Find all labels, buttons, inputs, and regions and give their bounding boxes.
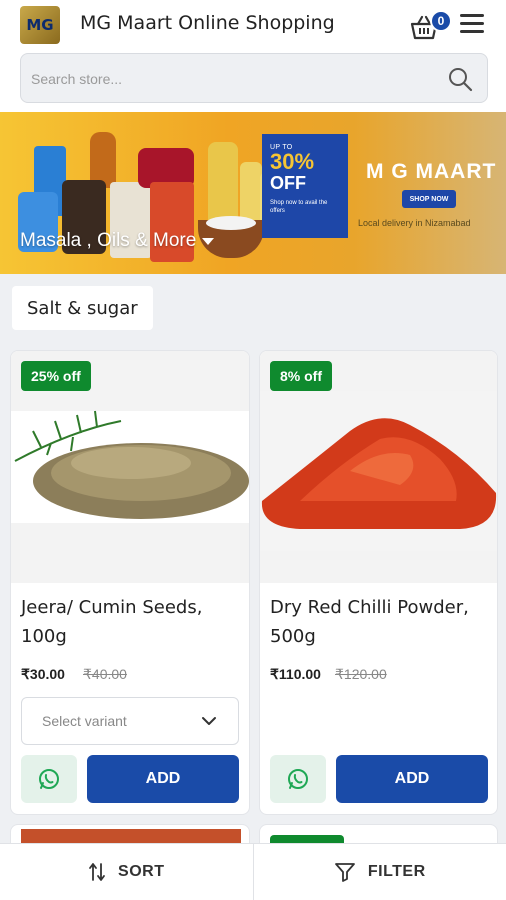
app-header: MG MG Maart Online Shopping 0 (0, 0, 506, 112)
hamburger-menu-icon[interactable] (460, 14, 486, 36)
product-card[interactable]: 25% off Jeera/ Cumin Seeds, 100g ₹30.00 … (10, 350, 250, 815)
filter-label: FILTER (367, 863, 426, 880)
whatsapp-button[interactable] (270, 755, 326, 803)
product-mrp: ₹40.00 (83, 666, 127, 682)
discount-badge: 8% off (270, 361, 332, 391)
product-image: 8% off (260, 351, 497, 583)
variant-select[interactable]: Select variant (21, 697, 239, 745)
offer-badge: UP TO 30% OFF Shop now to avail the offe… (262, 134, 348, 238)
chevron-down-icon (202, 237, 215, 245)
product-mrp: ₹120.00 (335, 666, 387, 682)
sort-button[interactable]: SORT (0, 844, 253, 900)
delivery-note: Local delivery in Nizamabad (358, 218, 471, 228)
chevron-down-icon (202, 717, 216, 725)
banner-brand: M G MAART (366, 160, 497, 183)
filter-button[interactable]: FILTER (254, 844, 506, 900)
discount-badge: 25% off (21, 361, 91, 391)
search-bar (20, 53, 488, 103)
cart-button[interactable]: 0 (410, 10, 452, 40)
app-root: MG MG Maart Online Shopping 0 Search sto… (0, 0, 506, 900)
product-card[interactable]: 8% off Dry Red Chilli Powder, 500g ₹110.… (259, 350, 498, 815)
store-logo[interactable]: MG (20, 6, 60, 44)
banner-label: Masala , Oils & More (20, 230, 197, 251)
search-icon[interactable] (447, 66, 473, 92)
add-to-cart-button[interactable]: ADD (87, 755, 239, 803)
product-image: 25% off (11, 351, 249, 583)
whatsapp-icon (288, 769, 308, 789)
whatsapp-button[interactable] (21, 755, 77, 803)
shop-now-button[interactable]: SHOP NOW (402, 190, 456, 208)
banner-category-dropdown[interactable]: Masala , Oils & More (20, 230, 215, 252)
product-price: ₹30.00 (21, 666, 65, 682)
add-to-cart-button[interactable]: ADD (336, 755, 488, 803)
product-price: ₹110.00 (270, 666, 321, 682)
sort-icon (89, 863, 105, 881)
offer-off: OFF (270, 173, 306, 193)
bottom-action-bar: SORT FILTER (0, 843, 506, 900)
offer-note: Shop now to avail the offers (270, 200, 328, 214)
product-name[interactable]: Jeera/ Cumin Seeds, 100g (21, 593, 231, 651)
sort-label: SORT (118, 863, 165, 880)
whatsapp-icon (39, 769, 59, 789)
product-name[interactable]: Dry Red Chilli Powder, 500g (270, 593, 480, 651)
variant-placeholder: Select variant (42, 713, 127, 729)
app-title: MG Maart Online Shopping (80, 12, 335, 34)
cart-count-badge: 0 (430, 10, 452, 32)
filter-icon (334, 863, 355, 882)
promo-banner[interactable]: Masala , Oils & More UP TO 30% OFF Shop … (0, 112, 506, 274)
search-input[interactable] (31, 66, 431, 92)
offer-percent: 30% (270, 149, 315, 174)
category-chip[interactable]: Salt & sugar (12, 286, 153, 330)
